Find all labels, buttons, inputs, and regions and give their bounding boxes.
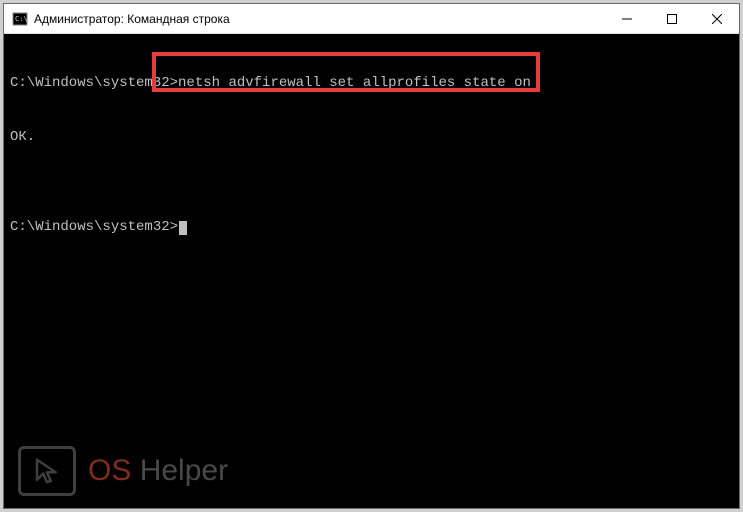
- cursor: [179, 221, 187, 235]
- window-controls: [604, 4, 739, 33]
- window-title: Администратор: Командная строка: [34, 12, 604, 26]
- console-line-2: ОК.: [10, 128, 733, 146]
- cmd-window: C:\ Администратор: Командная строка C:\W…: [3, 3, 740, 509]
- console-area[interactable]: C:\Windows\system32>netsh advfirewall se…: [4, 34, 739, 508]
- close-button[interactable]: [694, 4, 739, 33]
- console-line-4: C:\Windows\system32>: [10, 218, 733, 236]
- titlebar[interactable]: C:\ Администратор: Командная строка: [4, 4, 739, 34]
- minimize-button[interactable]: [604, 4, 649, 33]
- maximize-button[interactable]: [649, 4, 694, 33]
- svg-text:C:\: C:\: [15, 15, 28, 23]
- app-icon: C:\: [12, 11, 28, 27]
- prompt: C:\Windows\system32>: [10, 75, 178, 91]
- prompt: C:\Windows\system32>: [10, 219, 178, 235]
- console-line-1: C:\Windows\system32>netsh advfirewall se…: [10, 74, 733, 92]
- command-text: netsh advfirewall set allprofiles state …: [178, 75, 531, 91]
